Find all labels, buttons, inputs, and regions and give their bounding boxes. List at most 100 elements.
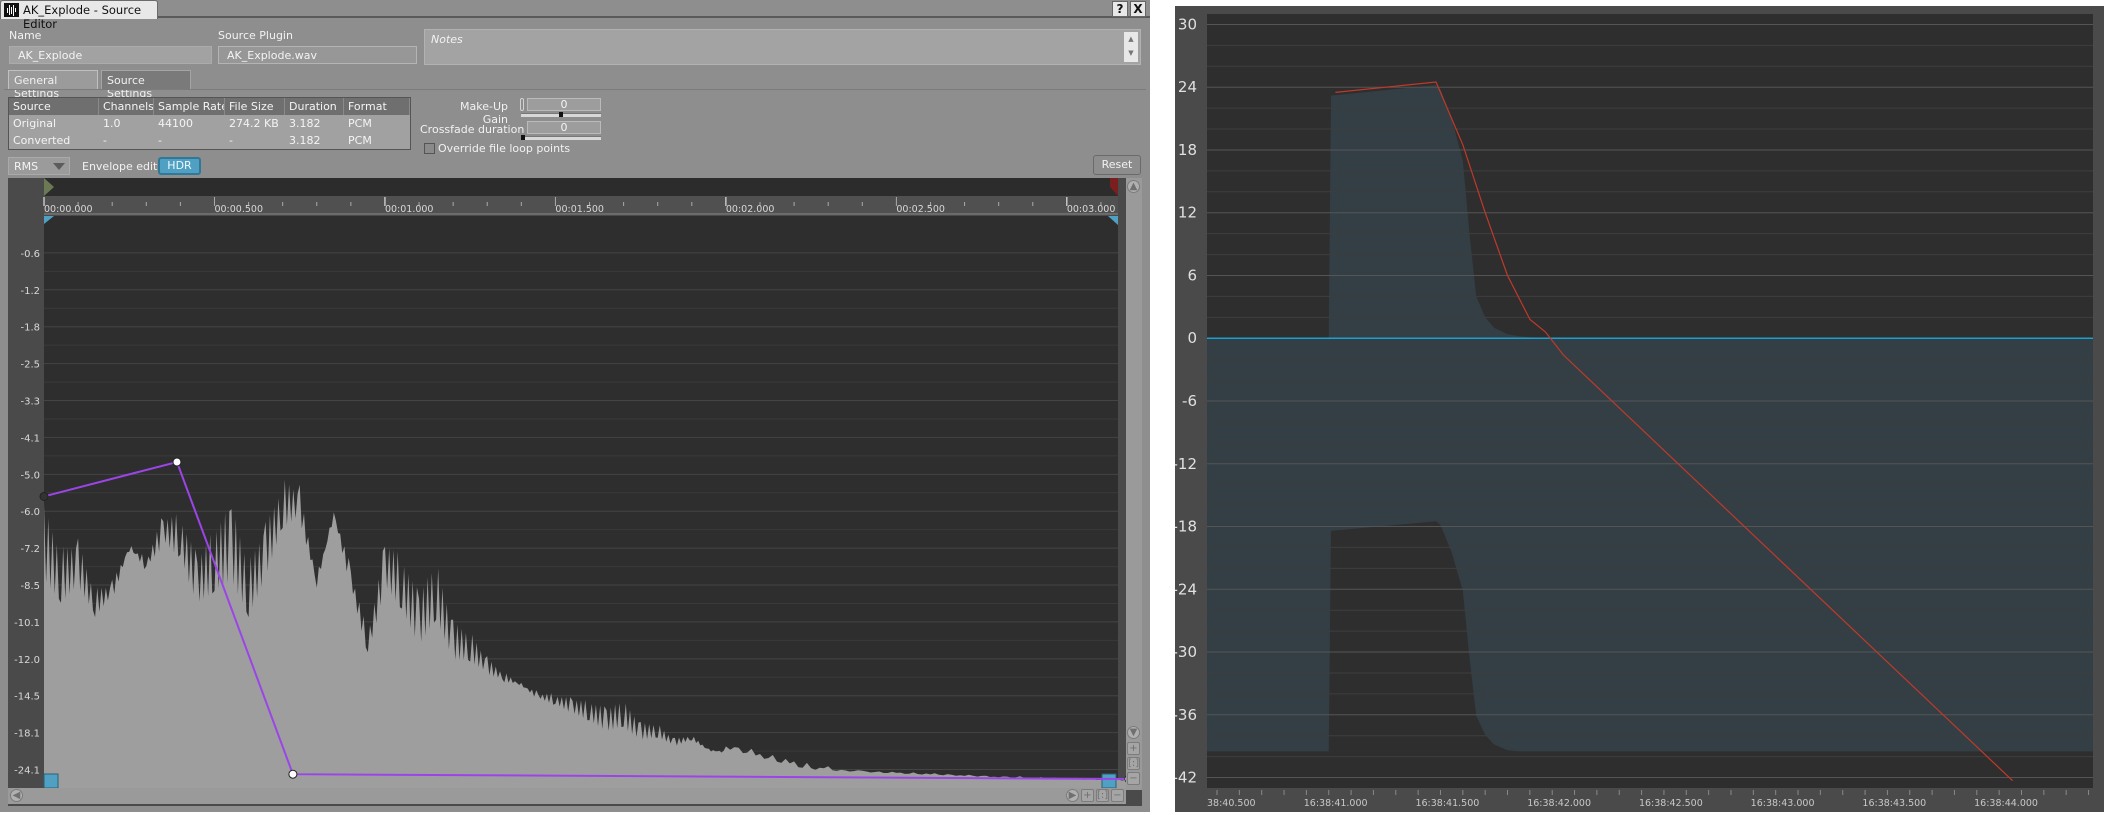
makeup-gain-link-indicator[interactable] [520,98,524,111]
crossfade-duration-label: Crossfade duration [420,123,525,136]
source-info-table: Source Channels Sample Rate File Size Du… [8,97,411,150]
title-bar: AK_Explode - Source Editor ? X [0,0,1150,31]
envelope-point[interactable] [172,457,182,467]
y-tick-label: 18 [1178,141,1197,159]
x-tick-label: 00:00.000 [44,204,93,215]
table-row[interactable]: Converted - - - 3.182 PCM [9,132,410,149]
y-tick-label: -12 [1175,455,1197,473]
column-header: Sample Rate [154,98,225,115]
y-tick-label: -1.2 [20,286,40,297]
tab-general-settings[interactable]: General Settings [8,70,98,100]
zoom-out-vertical-icon[interactable]: − [1127,772,1140,785]
override-loop-label: Override file loop points [438,142,571,155]
table-cell: PCM [348,117,372,130]
y-tick-label: -4.1 [20,433,40,444]
scroll-right-icon[interactable]: ▶ [1066,789,1079,802]
source-editor-window: AK_Explode - Source Editor ? X Name AK_E… [0,0,1150,812]
scroll-down-icon[interactable]: ▼ [1127,726,1140,739]
table-cell: Original [13,117,57,130]
vertical-scrollbar[interactable]: ▲ ▼ + [:] − [1126,178,1142,790]
reset-button[interactable]: Reset [1093,155,1141,175]
help-button[interactable]: ? [1112,1,1128,17]
envelope-point[interactable] [39,491,49,501]
x-tick-label: 16:38:44.000 [1974,798,2038,809]
scroll-left-icon[interactable]: ◀ [10,789,23,802]
y-tick-label: 0 [1187,329,1197,347]
y-tick-label: 30 [1178,15,1197,33]
x-tick-label: 16:38:42.000 [1527,798,1591,809]
name-label: Name [9,29,42,42]
waveform-editor[interactable]: -0.6 -1.2 -1.8 -2.5 -3.3 -4.1 -5.0 -6.0 -7.2 -8.5… [8,178,1142,806]
window-title-tab[interactable]: AK_Explode - Source Editor [0,0,158,31]
makeup-gain-input[interactable]: 0 [527,98,601,111]
y-tick-label: -14.5 [14,692,40,703]
zoom-out-horizontal-icon[interactable]: − [1111,789,1124,802]
close-button[interactable]: X [1130,1,1146,17]
name-input[interactable]: AK_Explode [9,46,212,64]
envelope-edit-label: Envelope edit: [82,160,162,173]
scroll-up-icon[interactable]: ▲ [1127,180,1140,193]
x-tick-label: 00:02.000 [726,204,775,215]
y-tick-label: -18 [1175,518,1197,536]
waveform-canvas[interactable]: -0.6 -1.2 -1.8 -2.5 -3.3 -4.1 -5.0 -6.0 -7.2 -8.5… [8,178,1126,788]
table-cell: - [103,134,107,147]
zoom-in-vertical-icon[interactable]: + [1127,742,1140,755]
zoom-in-horizontal-icon[interactable]: + [1081,789,1094,802]
x-tick-label: 16:38:43.000 [1751,798,1815,809]
help-icon: ? [1116,2,1124,16]
y-tick-label: -12.0 [14,655,40,666]
table-row[interactable]: Original 1.0 44100 274.2 KB 3.182 PCM [9,115,410,132]
y-tick-label: -24 [1175,580,1197,598]
table-cell: - [158,134,162,147]
y-tick-label: -1.8 [20,323,40,334]
makeup-gain-slider[interactable] [521,112,601,117]
y-tick-label: -7.2 [20,544,40,555]
table-cell: 1.0 [103,117,121,130]
y-tick-label: -42 [1175,769,1197,787]
y-tick-label: -8.5 [20,581,40,592]
loop-start-handle [43,773,59,788]
table-header: Source Channels Sample Rate File Size Du… [9,98,410,115]
crossfade-duration-input[interactable]: 0 [527,121,601,134]
table-cell: PCM [348,134,372,147]
y-tick-label: -5.0 [20,470,40,481]
y-tick-label: 24 [1178,78,1197,96]
display-mode-value: RMS [14,160,39,173]
x-tick-label: 00:01.000 [385,204,434,215]
notes-scrollbar[interactable]: ▲ ▼ [1124,32,1138,62]
source-plugin-field: AK_Explode.wav [218,46,417,64]
x-tick-label: 16:38:42.500 [1639,798,1703,809]
x-tick-label: 16:38:41.500 [1415,798,1479,809]
x-tick-label: 16:38:43.500 [1862,798,1926,809]
waveform-app-icon [4,3,19,17]
tab-source-settings[interactable]: Source Settings [101,70,191,100]
column-header: Duration [285,98,344,115]
slider-thumb[interactable] [521,135,525,140]
zoom-fit-vertical-icon[interactable]: [:] [1127,757,1140,770]
horizontal-scrollbar[interactable]: ◀ ▶ + [:] − [8,788,1126,804]
window-title: AK_Explode - Source Editor [23,3,142,31]
x-tick-label: 00:02.500 [896,204,945,215]
notes-textarea[interactable]: Notes ▲ ▼ [424,29,1141,65]
x-tick-label: 38:40.500 [1207,798,1256,809]
y-tick-label: 12 [1178,204,1197,222]
hdr-meter-chart: 30 24 18 12 6 0 -6 -12 -18 -24 -30 -36 -42 38:40.500 1… [1173,6,2104,812]
y-tick-label: -24.1 [14,766,40,777]
chevron-down-icon [53,163,65,170]
y-tick-label: -18.1 [14,729,40,740]
scroll-up-icon[interactable]: ▲ [1124,32,1138,46]
envelope-point[interactable] [288,769,298,779]
loop-end-handle [1101,773,1117,788]
display-mode-select[interactable]: RMS [8,157,70,175]
tab-divider [4,89,1146,90]
scroll-down-icon[interactable]: ▼ [1124,46,1138,60]
zoom-fit-horizontal-icon[interactable]: [:] [1096,789,1109,802]
column-header: Channels [99,98,154,115]
column-header: File Size [225,98,285,115]
slider-thumb[interactable] [559,112,563,117]
notes-placeholder: Notes [431,33,463,46]
crossfade-duration-slider[interactable] [521,135,601,140]
hdr-envelope-button[interactable]: HDR [158,157,201,175]
table-cell: 3.182 [289,117,321,130]
override-loop-checkbox[interactable] [424,143,435,154]
